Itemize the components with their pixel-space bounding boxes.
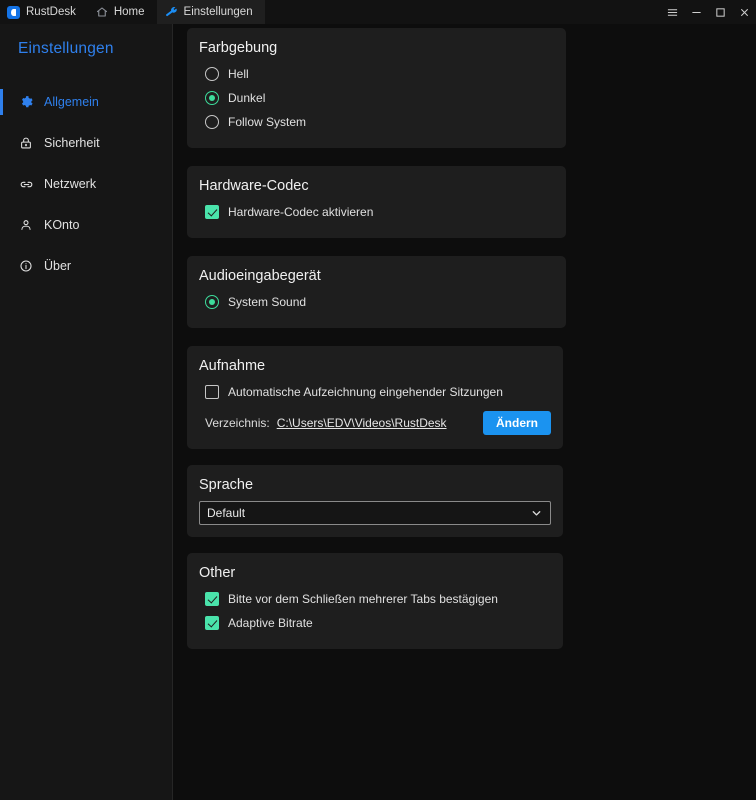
sidebar-item-label: Allgemein	[44, 95, 99, 109]
language-select-wrap: Default	[187, 499, 563, 525]
title-bar: RustDesk Home Einstellungen	[0, 0, 756, 24]
checkbox-icon-checked	[205, 205, 219, 219]
checkbox-icon-checked	[205, 592, 219, 606]
lock-icon	[18, 136, 34, 150]
card-title: Aufnahme	[199, 358, 266, 374]
sidebar-item-ueber[interactable]: Über	[0, 251, 172, 281]
info-icon	[18, 259, 34, 273]
radio-option-follow-system[interactable]: Follow System	[187, 110, 566, 134]
option-label: Hardware-Codec aktivieren	[228, 205, 374, 219]
tab-home[interactable]: Home	[88, 0, 157, 24]
sidebar-item-label: Sicherheit	[44, 136, 100, 150]
menu-button[interactable]	[660, 0, 684, 24]
sidebar: Einstellungen Allgemein Sicherheit Netzw…	[0, 24, 173, 800]
window-controls	[660, 0, 756, 24]
option-label: Adaptive Bitrate	[228, 616, 313, 630]
card-farbgebung: Farbgebung Hell Dunkel Follow System	[187, 28, 566, 148]
card-aufnahme: Aufnahme Automatische Aufzeichnung einge…	[187, 346, 563, 449]
option-label: Bitte vor dem Schließen mehrerer Tabs be…	[228, 592, 498, 606]
radio-option-system-sound[interactable]: System Sound	[187, 290, 566, 314]
sidebar-item-sicherheit[interactable]: Sicherheit	[0, 128, 172, 158]
option-label: System Sound	[228, 295, 307, 309]
checkbox-hardware-codec[interactable]: Hardware-Codec aktivieren	[187, 200, 566, 224]
home-icon	[96, 6, 108, 18]
link-icon	[18, 177, 34, 192]
sidebar-nav: Allgemein Sicherheit Netzwerk KOnto Über	[0, 87, 172, 281]
card-hardware-codec: Hardware-Codec Hardware-Codec aktivieren	[187, 166, 566, 238]
maximize-button[interactable]	[708, 0, 732, 24]
radio-option-hell[interactable]: Hell	[187, 62, 566, 86]
tab-label: Einstellungen	[183, 6, 253, 18]
radio-icon-selected	[205, 91, 219, 105]
app-window: RustDesk Home Einstellungen Einstellunge…	[0, 0, 756, 800]
minimize-button[interactable]	[684, 0, 708, 24]
tab-einstellungen[interactable]: Einstellungen	[156, 0, 265, 24]
radio-icon	[205, 67, 219, 81]
card-sprache: Sprache Default	[187, 465, 563, 537]
card-title: Farbgebung	[199, 40, 278, 56]
change-directory-button[interactable]: Ändern	[483, 411, 551, 435]
sidebar-item-label: Über	[44, 259, 72, 273]
rustdesk-logo-icon	[7, 5, 20, 19]
card-title: Sprache	[199, 477, 254, 493]
checkbox-auto-record[interactable]: Automatische Aufzeichnung eingehender Si…	[187, 380, 563, 404]
sidebar-item-netzwerk[interactable]: Netzwerk	[0, 169, 172, 199]
directory-row: Verzeichnis: C:\Users\EDV\Videos\RustDes…	[187, 404, 563, 435]
radio-option-dunkel[interactable]: Dunkel	[187, 86, 566, 110]
radio-icon-selected	[205, 295, 219, 309]
checkbox-icon	[205, 385, 219, 399]
tab-rustdesk[interactable]: RustDesk	[0, 0, 88, 24]
checkbox-confirm-close-tabs[interactable]: Bitte vor dem Schließen mehrerer Tabs be…	[187, 587, 563, 611]
language-select[interactable]: Default	[199, 501, 551, 525]
gear-icon	[18, 95, 34, 109]
card-other: Other Bitte vor dem Schließen mehrerer T…	[187, 553, 563, 649]
sidebar-title: Einstellungen	[18, 40, 114, 57]
radio-icon	[205, 115, 219, 129]
option-label: Dunkel	[228, 91, 266, 105]
tab-label: Home	[113, 6, 145, 18]
checkbox-adaptive-bitrate[interactable]: Adaptive Bitrate	[187, 611, 563, 635]
sidebar-item-allgemein[interactable]: Allgemein	[0, 87, 172, 117]
close-button[interactable]	[732, 0, 756, 24]
tab-label: RustDesk	[26, 6, 76, 18]
option-label: Follow System	[228, 115, 307, 129]
sidebar-item-label: KOnto	[44, 218, 80, 232]
sidebar-item-label: Netzwerk	[44, 177, 97, 191]
directory-label: Verzeichnis:	[205, 416, 270, 430]
option-label: Automatische Aufzeichnung eingehender Si…	[228, 385, 503, 399]
directory-path[interactable]: C:\Users\EDV\Videos\RustDesk	[277, 416, 447, 430]
card-title: Audioeingabegerät	[199, 268, 321, 284]
card-title: Other	[199, 565, 236, 581]
settings-panel: Farbgebung Hell Dunkel Follow System Har…	[173, 24, 756, 800]
option-label: Hell	[228, 67, 249, 81]
sidebar-item-konto[interactable]: KOnto	[0, 210, 172, 240]
wrench-icon	[165, 6, 178, 19]
checkbox-icon-checked	[205, 616, 219, 630]
card-title: Hardware-Codec	[199, 178, 309, 194]
card-audio-input: Audioeingabegerät System Sound	[187, 256, 566, 328]
person-icon	[18, 218, 34, 232]
